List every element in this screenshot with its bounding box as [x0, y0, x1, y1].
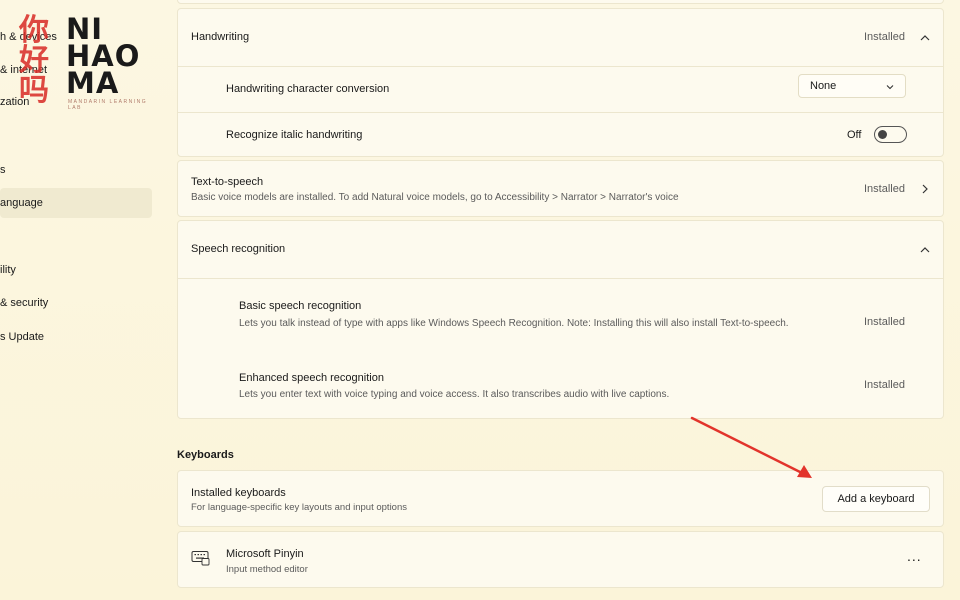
add-keyboard-button[interactable]: Add a keyboard [822, 486, 930, 512]
logo-cjk-char: 你 [19, 13, 49, 48]
sidebar-item-label: anguage [0, 197, 43, 209]
sidebar-item-windows-update[interactable]: s Update [0, 322, 152, 352]
sidebar-item-accessibility[interactable]: ility [0, 255, 152, 285]
handwriting-conversion-label: Handwriting character conversion [226, 83, 390, 95]
keyboard-icon [191, 551, 210, 566]
sidebar-item-privacy-security[interactable]: & security [0, 288, 152, 318]
sidebar-item-label: s Update [0, 331, 45, 343]
italic-toggle-state: Off [847, 129, 862, 141]
logo-wordmark: NI HAO MA [66, 15, 140, 100]
chevron-right-icon [922, 184, 928, 194]
toggle-knob [878, 130, 887, 139]
logo-word: MA [66, 66, 120, 100]
chevron-up-icon[interactable] [919, 32, 931, 44]
installed-keyboards-title: Installed keyboards [191, 487, 286, 499]
enhanced-speech-status: Installed [864, 379, 905, 391]
speech-recognition-body: Basic speech recognition Lets you talk i… [178, 278, 943, 420]
sidebar-item-label: ility [0, 264, 16, 276]
enhanced-speech-title: Enhanced speech recognition [239, 372, 384, 384]
nihaoma-logo: 你 好 吗 NI HAO MA MANDARIN LEARNING LAB [0, 15, 150, 116]
keyboard-name: Microsoft Pinyin [226, 548, 304, 560]
keyboard-type: Input method editor [226, 564, 308, 575]
microsoft-pinyin-card[interactable]: Microsoft Pinyin Input method editor [177, 531, 944, 588]
speech-recognition-card: Speech recognition Basic speech recognit… [177, 220, 944, 419]
handwriting-status: Installed [864, 31, 905, 43]
add-keyboard-label: Add a keyboard [837, 493, 915, 505]
sidebar-item-label: s [0, 164, 6, 176]
enhanced-speech-description: Lets you enter text with voice typing an… [239, 389, 670, 400]
keyboards-section-heading: Keyboards [177, 449, 234, 461]
sidebar-item-label: & security [0, 297, 49, 309]
text-to-speech-card[interactable]: Text-to-speech Basic voice models are in… [177, 160, 944, 217]
handwriting-header[interactable]: Handwriting Installed [178, 9, 943, 66]
installed-keyboards-description: For language-specific key layouts and in… [191, 502, 407, 513]
handwriting-italic-row: Recognize italic handwriting Off [178, 112, 943, 158]
handwriting-conversion-dropdown[interactable]: None [798, 74, 906, 98]
dropdown-value: None [810, 80, 837, 92]
handwriting-italic-label: Recognize italic handwriting [226, 129, 363, 141]
italic-handwriting-toggle[interactable] [874, 126, 907, 143]
logo-tagline: MANDARIN LEARNING LAB [68, 99, 148, 111]
basic-speech-description: Lets you talk instead of type with apps … [239, 318, 789, 329]
handwriting-title: Handwriting [191, 31, 250, 43]
tts-description: Basic voice models are installed. To add… [191, 192, 679, 203]
tts-title: Text-to-speech [191, 176, 264, 188]
basic-speech-title: Basic speech recognition [239, 300, 362, 312]
sidebar-item-time-language[interactable]: anguage [0, 188, 152, 218]
sidebar-item-accounts[interactable]: s [0, 155, 152, 185]
speech-recognition-header[interactable]: Speech recognition [178, 221, 943, 278]
chevron-down-icon [886, 85, 894, 90]
previous-card [177, 0, 944, 4]
chevron-up-icon[interactable] [919, 244, 931, 256]
logo-cjk-char: 好 [19, 43, 49, 78]
logo-cjk-mark: 你 好 吗 [4, 16, 64, 112]
tts-status: Installed [864, 183, 905, 195]
annotation-arrow-icon [690, 416, 812, 478]
logo-cjk-char: 吗 [19, 73, 49, 108]
speech-recognition-title: Speech recognition [191, 243, 286, 255]
more-options-button[interactable]: ... [907, 548, 922, 564]
basic-speech-status: Installed [864, 316, 905, 328]
